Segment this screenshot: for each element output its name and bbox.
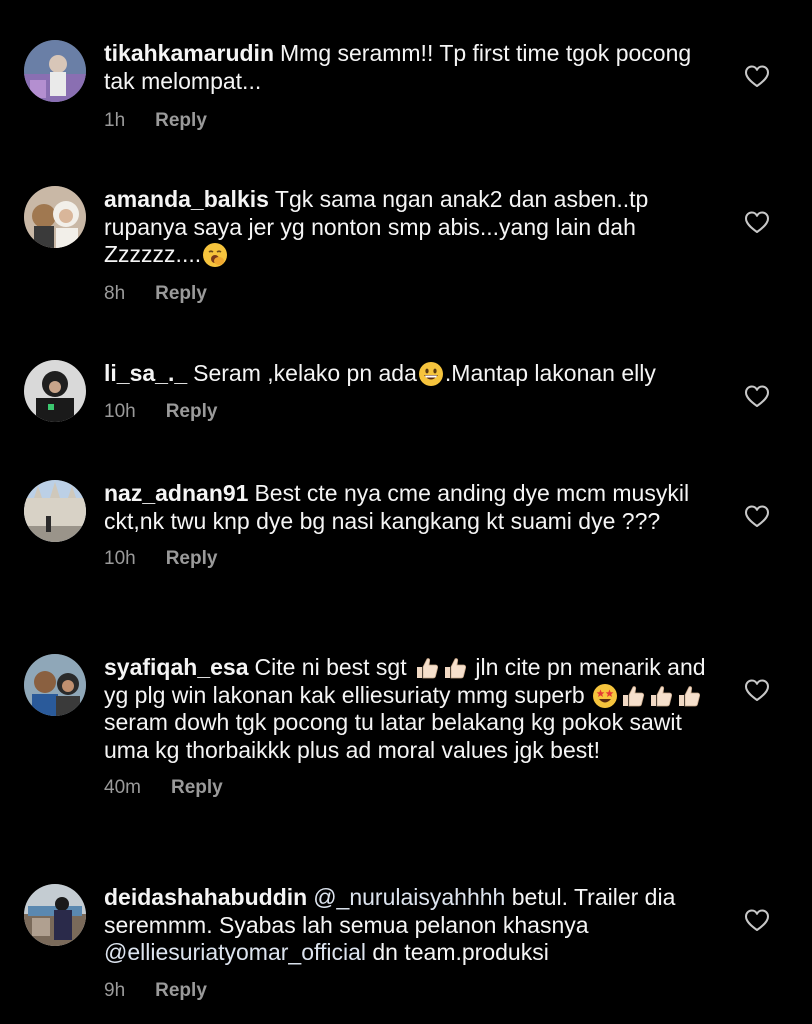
comment-body: dn team.produksi (365, 939, 549, 965)
comment-text: tikahkamarudin Mmg seramm!! Tp first time… (104, 40, 714, 95)
heart-outline-icon[interactable] (744, 504, 770, 528)
avatar[interactable] (24, 884, 86, 946)
mention-link[interactable]: @elliesuriatyomar_official (104, 939, 366, 965)
comment-timestamp: 10h (104, 548, 136, 569)
comment-item: amanda_balkis Tgk sama ngan anak2 dan asb… (0, 186, 812, 306)
comment-item: li_sa_._ Seram ,kelako pn ada .Mantap lako… (0, 360, 812, 430)
thumbs-up-emoji (442, 655, 468, 681)
mention-link[interactable]: @_nurulaisyahhhh (313, 884, 505, 910)
comment-text: li_sa_._ Seram ,kelako pn ada .Mantap lako… (104, 360, 714, 388)
comment-timestamp: 8h (104, 282, 126, 304)
comment-item: syafiqah_esa Cite ni best sgt jln cite pn… (0, 654, 812, 834)
heart-outline-icon[interactable] (744, 908, 770, 932)
comment-username[interactable]: syafiqah_esa (104, 654, 248, 680)
comment-username[interactable]: tikahkamarudin (104, 40, 274, 66)
thumbs-up-emoji (414, 655, 440, 681)
reply-button[interactable]: Reply (155, 980, 207, 1002)
yawning-face-emoji (202, 242, 228, 268)
avatar[interactable] (24, 40, 86, 102)
comment-username[interactable]: li_sa_._ (104, 360, 187, 386)
thumbs-up-emoji (620, 683, 646, 709)
heart-outline-icon[interactable] (744, 210, 770, 234)
reply-button[interactable]: Reply (166, 401, 218, 423)
comment-item: naz_adnan91 Best cte nya cme anding dye m… (0, 480, 812, 600)
avatar[interactable] (24, 480, 86, 542)
comment-item: tikahkamarudin Mmg seramm!! Tp first time… (0, 40, 812, 140)
avatar[interactable] (24, 654, 86, 716)
comment-body: Seram ,kelako pn ada (193, 360, 417, 386)
comment-text: naz_adnan91 Best cte nya cme anding dye m… (104, 480, 714, 535)
thumbs-up-emoji (676, 683, 702, 709)
avatar[interactable] (24, 360, 86, 422)
comment-body: .Mantap lakonan elly (444, 360, 656, 386)
comment-timestamp: 9h (104, 979, 126, 1001)
comment-body: seram dowh tgk pocong tu latar belakang … (104, 709, 682, 763)
comment-text: amanda_balkis Tgk sama ngan anak2 dan asb… (104, 186, 714, 269)
comment-timestamp: 1h (104, 110, 126, 131)
comment-text: deidashahabuddin @_nurulaisyahhhh betul. … (104, 884, 714, 967)
comment-username[interactable]: deidashahabuddin (104, 884, 307, 910)
heart-outline-icon[interactable] (744, 64, 770, 88)
reply-button[interactable]: Reply (155, 283, 207, 305)
comment-timestamp: 10h (104, 400, 136, 422)
star-struck-emoji (592, 683, 618, 709)
reply-button[interactable]: Reply (171, 777, 223, 799)
comment-username[interactable]: naz_adnan91 (104, 480, 248, 506)
reply-button[interactable]: Reply (166, 548, 218, 570)
comment-text: syafiqah_esa Cite ni best sgt jln cite pn… (104, 654, 714, 764)
heart-outline-icon[interactable] (744, 384, 770, 408)
grinning-face-emoji (418, 361, 444, 387)
heart-outline-icon[interactable] (744, 678, 770, 702)
comment-item: deidashahabuddin @_nurulaisyahhhh betul. … (0, 884, 812, 1004)
avatar[interactable] (24, 186, 86, 248)
comment-timestamp: 40m (104, 777, 141, 798)
comment-username[interactable]: amanda_balkis (104, 186, 269, 212)
comment-body: Cite ni best sgt (254, 654, 414, 680)
thumbs-up-emoji (648, 683, 674, 709)
reply-button[interactable]: Reply (155, 110, 207, 132)
